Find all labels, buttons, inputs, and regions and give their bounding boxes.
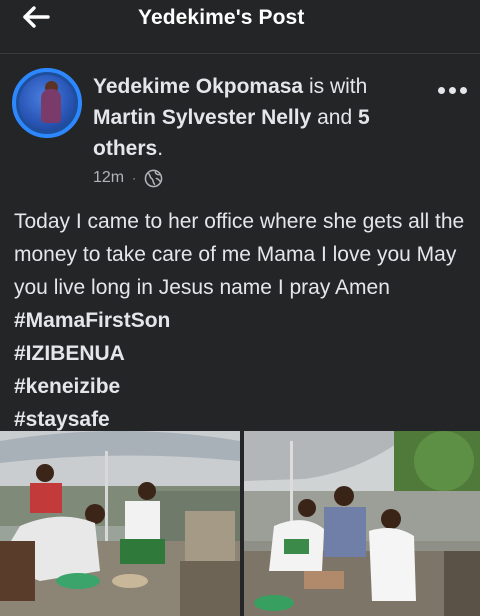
post-photo-2[interactable] <box>244 431 480 616</box>
post: Yedekime Okpomasa is with Martin Sylvest… <box>0 55 480 616</box>
author-name[interactable]: Yedekime Okpomasa <box>93 75 303 98</box>
avatar[interactable] <box>12 68 82 138</box>
post-meta: 12m · <box>93 167 163 189</box>
post-body: Today I came to her office where she get… <box>14 205 474 436</box>
with-text: is with <box>308 75 368 98</box>
post-header: Yedekime Okpomasa is with Martin Sylvest… <box>93 71 423 164</box>
post-photo-1[interactable] <box>0 431 240 616</box>
photo-grid <box>0 431 480 616</box>
tagged-person[interactable]: Martin Sylvester Nelly <box>93 106 311 129</box>
hashtag[interactable]: #keneizibe <box>14 375 120 398</box>
avatar-photo <box>19 75 75 131</box>
globe-icon <box>144 169 163 187</box>
hashtag[interactable]: #MamaFirstSon <box>14 309 170 332</box>
arrow-left-icon[interactable] <box>22 6 50 28</box>
hashtag[interactable]: #staysafe <box>14 408 110 431</box>
page-title: Yedekime's Post <box>138 6 305 29</box>
and-text: and <box>317 106 353 129</box>
hashtag[interactable]: #IZIBENUA <box>14 342 125 365</box>
period: . <box>157 137 164 160</box>
post-time[interactable]: 12m <box>93 169 124 187</box>
more-horizontal-icon[interactable] <box>438 87 468 97</box>
top-bar: Yedekime's Post <box>0 0 480 54</box>
post-text: Today I came to her office where she get… <box>14 210 465 299</box>
meta-separator: · <box>132 171 137 185</box>
